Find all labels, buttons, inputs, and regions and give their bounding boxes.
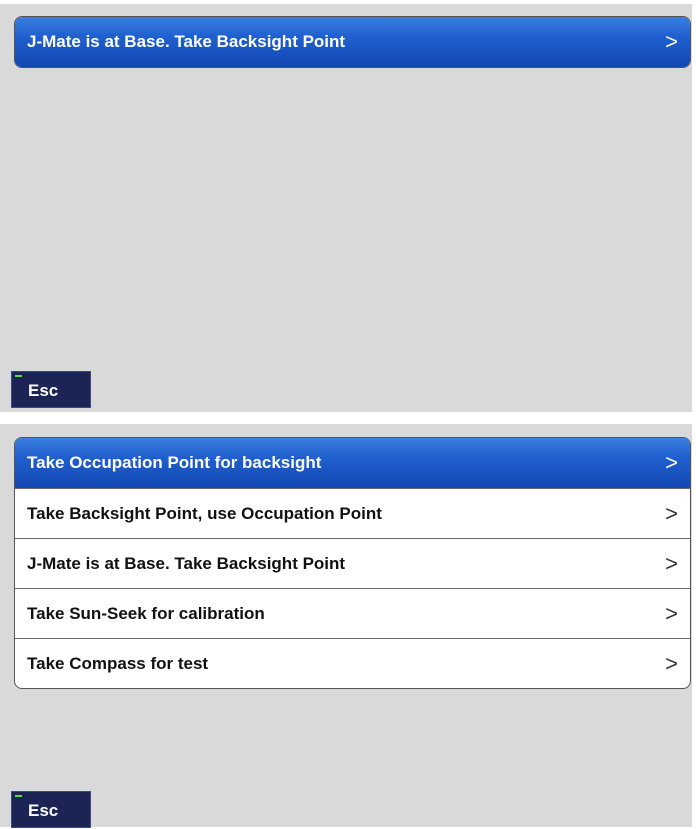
option-take-sun-seek[interactable]: Take Sun-Seek for calibration > xyxy=(15,588,690,638)
chevron-right-icon: > xyxy=(665,551,678,576)
chevron-right-icon: > xyxy=(665,450,678,475)
esc-button[interactable]: Esc xyxy=(11,371,91,408)
option-label: Take Compass for test xyxy=(27,654,209,673)
option-label: Take Backsight Point, use Occupation Poi… xyxy=(27,504,382,523)
option-take-backsight-point[interactable]: Take Backsight Point, use Occupation Poi… xyxy=(15,488,690,538)
bottom-options-list: Take Occupation Point for backsight > Ta… xyxy=(14,437,691,689)
esc-label: Esc xyxy=(28,381,59,400)
option-label: J-Mate is at Base. Take Backsight Point xyxy=(27,32,346,51)
option-jmate-at-base[interactable]: J-Mate is at Base. Take Backsight Point … xyxy=(15,17,690,67)
indicator-led xyxy=(15,375,22,377)
indicator-led xyxy=(15,795,22,797)
bottom-screen-panel: Take Occupation Point for backsight > Ta… xyxy=(0,424,692,828)
chevron-right-icon: > xyxy=(665,651,678,676)
option-label: Take Sun-Seek for calibration xyxy=(27,604,265,623)
option-label: Take Occupation Point for backsight xyxy=(27,453,322,472)
option-take-compass[interactable]: Take Compass for test > xyxy=(15,638,690,688)
esc-button[interactable]: Esc xyxy=(11,791,91,828)
option-label: J-Mate is at Base. Take Backsight Point xyxy=(27,554,346,573)
top-screen-panel: J-Mate is at Base. Take Backsight Point … xyxy=(0,4,692,412)
option-take-occupation-point[interactable]: Take Occupation Point for backsight > xyxy=(15,438,690,488)
chevron-right-icon: > xyxy=(665,501,678,526)
chevron-right-icon: > xyxy=(665,601,678,626)
top-options-list: J-Mate is at Base. Take Backsight Point … xyxy=(14,16,691,68)
esc-label: Esc xyxy=(28,801,59,820)
chevron-right-icon: > xyxy=(665,29,678,54)
option-jmate-at-base[interactable]: J-Mate is at Base. Take Backsight Point … xyxy=(15,538,690,588)
